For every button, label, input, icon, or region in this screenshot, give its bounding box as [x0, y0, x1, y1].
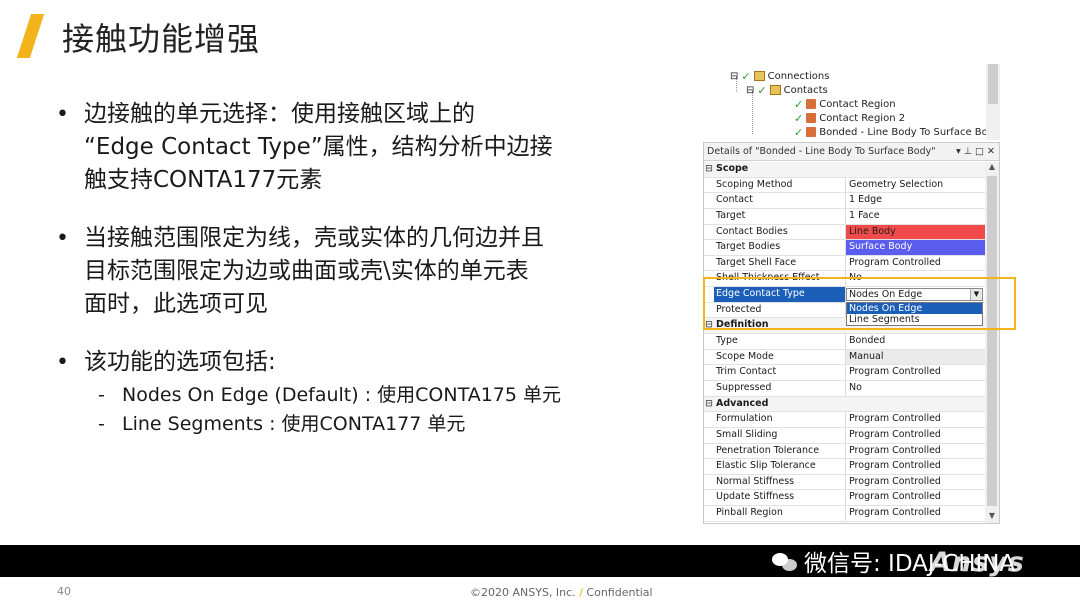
sub-dash: - — [98, 384, 105, 406]
surface-body-value: Surface Body — [846, 240, 985, 255]
highlight-box — [703, 277, 1016, 330]
prop-row[interactable]: Pinball Region Program Controlled — [704, 506, 985, 522]
prop-row[interactable]: Suppressed No — [704, 380, 985, 397]
prop-row[interactable]: Target Bodies Surface Body — [704, 240, 985, 256]
details-scrollbar[interactable]: ▲ ▼ — [985, 162, 999, 523]
scroll-down-icon[interactable]: ▼ — [985, 511, 999, 523]
check-icon: ✓ — [741, 69, 751, 83]
slide-title: 接触功能增强 — [62, 20, 261, 58]
copyright-slash: / — [579, 586, 583, 599]
bullet-item: • 边接触的单元选择：使用接触区域上的 “Edge Contact Type”属… — [56, 98, 646, 197]
sub-item: - Line Segments : 使用CONTA177 单元 — [98, 410, 646, 439]
tree-node-contact-region[interactable]: ✓ Contact Region — [794, 97, 896, 111]
prop-row[interactable]: Small Sliding Program Controlled — [704, 427, 985, 444]
folder-icon — [753, 71, 765, 81]
page-number: 40 — [57, 585, 71, 598]
title-accent-bar — [16, 14, 45, 58]
prop-row[interactable]: Target 1 Face — [704, 208, 985, 225]
collapse-icon[interactable]: ⊟ — [704, 162, 714, 177]
category-scope[interactable]: ⊟ Scope — [704, 162, 985, 178]
bullet-item: • 该功能的选项包括: — [56, 346, 646, 379]
prop-row[interactable]: Scope Mode Manual — [704, 349, 985, 366]
collapse-icon[interactable]: ⊟ — [746, 85, 754, 96]
details-panel: Details of "Bonded - Line Body To Surfac… — [703, 142, 1000, 524]
folder-icon — [769, 85, 781, 95]
prop-row[interactable]: Contact Bodies Line Body — [704, 224, 985, 241]
bullet-text-options: 该功能的选项包括: — [84, 349, 276, 375]
prop-row[interactable]: Scoping Method Geometry Selection — [704, 177, 985, 194]
prop-row[interactable]: Contact 1 Edge — [704, 193, 985, 209]
prop-row[interactable]: Type Bonded — [704, 334, 985, 350]
bullet-text-edge-contact: 边接触的单元选择：使用接触区域上的 “Edge Contact Type”属性，… — [84, 101, 553, 193]
scroll-up-icon[interactable]: ▲ — [985, 162, 999, 174]
details-header: Details of "Bonded - Line Body To Surfac… — [704, 143, 999, 161]
scroll-thumb[interactable] — [987, 176, 997, 506]
copyright: ©2020 ANSYS, Inc. / Confidential — [470, 586, 653, 599]
prop-row[interactable]: Target Shell Face Program Controlled — [704, 255, 985, 272]
tree-label-region1: Contact Region — [819, 98, 896, 110]
tree-node-contacts[interactable]: ⊟ ✓ Contacts — [746, 83, 828, 97]
tree-scrollbar[interactable] — [986, 64, 1000, 140]
tree-node-connections[interactable]: ⊟ ✓ Connections — [730, 69, 829, 83]
bullet-dot: • — [56, 102, 69, 127]
prop-row[interactable]: Update Stiffness Program Controlled — [704, 490, 985, 507]
collapse-icon[interactable]: ⊟ — [730, 71, 738, 82]
contact-region-icon — [806, 113, 817, 123]
tree-label-region2: Contact Region 2 — [819, 112, 906, 124]
line-body-value: Line Body — [846, 224, 985, 240]
details-grid: ⊟ Scope Scoping Method Geometry Selection … — [704, 162, 985, 522]
check-icon: ✓ — [757, 83, 767, 97]
collapse-icon[interactable]: ⊟ — [704, 397, 714, 412]
tree-label-bonded: Bonded - Line Body To Surface Body — [819, 126, 1000, 138]
category-advanced[interactable]: ⊟ Advanced — [704, 396, 985, 413]
prop-row[interactable]: Normal Stiffness Program Controlled — [704, 474, 985, 491]
sub-item-line-segments: Line Segments : 使用CONTA177 单元 — [122, 413, 466, 435]
check-icon: ✓ — [794, 125, 804, 139]
sub-item: - Nodes On Edge (Default) : 使用CONTA175 单元 — [98, 381, 646, 410]
contact-region-icon — [806, 127, 817, 137]
bullet-list: • 边接触的单元选择：使用接触区域上的 “Edge Contact Type”属… — [56, 98, 646, 439]
prop-row[interactable]: Elastic Slip Tolerance Program Controlled — [704, 459, 985, 475]
bullet-text-visibility: 当接触范围限定为线，壳或实体的几何边并且 目标范围限定为边或曲面或壳\实体的单元… — [84, 225, 544, 317]
ansys-logo: Ansys — [930, 547, 1025, 578]
contact-region-icon — [806, 99, 817, 109]
copyright-text: ©2020 ANSYS, Inc. — [470, 586, 576, 599]
bullet-dot: • — [56, 226, 69, 251]
panel-controls[interactable]: ▾ ⊥ □ ✕ — [956, 146, 999, 157]
sub-item-nodes-on-edge: Nodes On Edge (Default) : 使用CONTA175 单元 — [122, 384, 562, 406]
option-sublist: - Nodes On Edge (Default) : 使用CONTA175 单元… — [56, 381, 646, 439]
tree-label-contacts: Contacts — [783, 84, 828, 96]
wechat-icon — [772, 551, 798, 571]
prop-row[interactable]: Penetration Tolerance Program Controlled — [704, 443, 985, 460]
sub-dash: - — [98, 413, 105, 435]
tree-label-connections: Connections — [767, 70, 830, 82]
tree-node-contact-region-2[interactable]: ✓ Contact Region 2 — [794, 111, 905, 125]
check-icon: ✓ — [794, 97, 804, 111]
tree-node-bonded[interactable]: ✓ Bonded - Line Body To Surface Body — [794, 125, 1000, 139]
bullet-dot: • — [56, 350, 69, 375]
prop-row[interactable]: Trim Contact Program Controlled — [704, 365, 985, 381]
prop-row[interactable]: Formulation Program Controlled — [704, 412, 985, 428]
details-title: Details of "Bonded - Line Body To Surfac… — [707, 146, 936, 157]
outline-tree: ⊟ ✓ Connections ⊟ ✓ Contacts ✓ Contact R… — [708, 64, 1000, 140]
check-icon: ✓ — [794, 111, 804, 125]
bullet-item: • 当接触范围限定为线，壳或实体的几何边并且 目标范围限定为边或曲面或壳\实体的… — [56, 222, 646, 321]
confidential-text: Confidential — [586, 586, 653, 599]
